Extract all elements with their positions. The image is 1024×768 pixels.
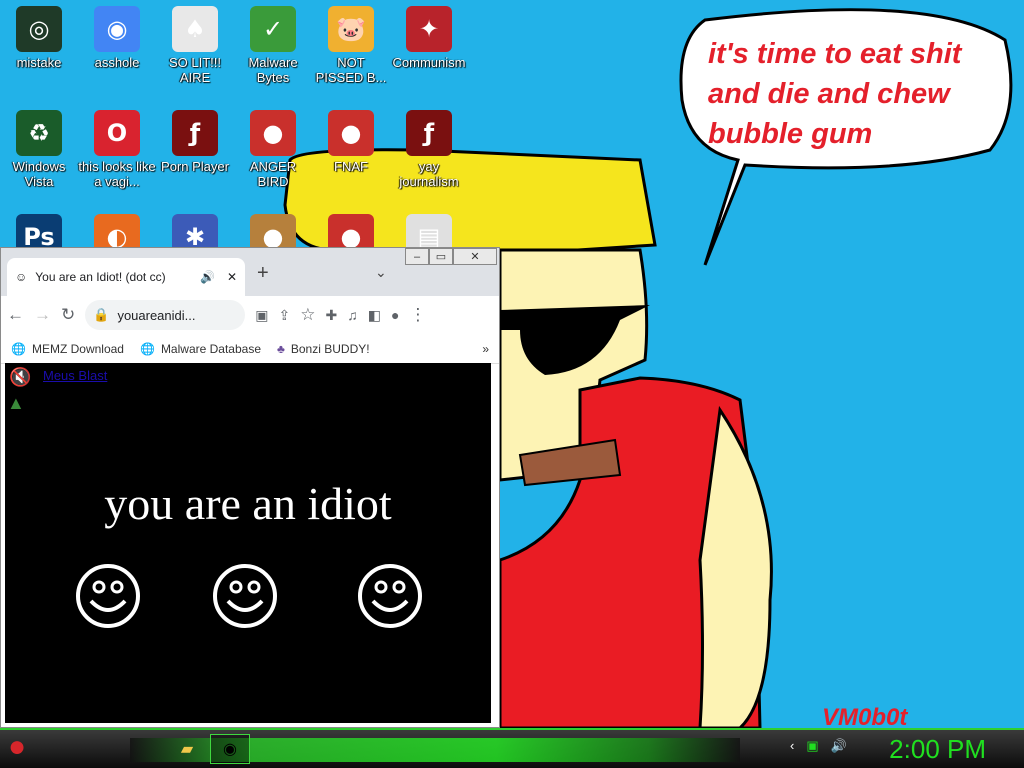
desktop-icon[interactable]: Othis looks like a vagi... — [78, 110, 156, 189]
desktop-app-icon: ƒ — [172, 110, 218, 156]
desktop-app-icon: ◎ — [16, 6, 62, 52]
taskbar: ● ▰ ◉ ‹ ▣ 🔊 2:00 PM — [0, 728, 1024, 768]
menu-kebab-icon[interactable]: ⋮ — [409, 305, 426, 325]
tray-chevron-icon[interactable]: ‹ — [790, 738, 794, 754]
desktop-icon[interactable]: ✓ Malware Bytes — [234, 6, 312, 85]
desktop-app-icon: ● — [250, 110, 296, 156]
bookmark-malware-database[interactable]: 🌐 Malware Database — [140, 342, 261, 356]
desktop-icon[interactable]: ✦ Communism — [390, 6, 468, 70]
media-control-icon[interactable]: ♫ — [347, 307, 358, 323]
page-link[interactable]: Meus Blast — [43, 368, 107, 383]
globe-icon: 🌐 — [139, 341, 155, 356]
desktop-icon-label: Malware Bytes — [248, 55, 298, 85]
desktop-app-icon: ♠ — [172, 6, 218, 52]
desktop-app-icon: ● — [328, 110, 374, 156]
maximize-button[interactable]: ▭ — [429, 248, 453, 265]
side-panel-icon[interactable]: ◧ — [368, 307, 381, 324]
broken-plugin-icon: 🔇 — [9, 367, 32, 387]
bookmark-star-icon[interactable]: ☆ — [300, 305, 315, 325]
address-text: youareanidi... — [117, 307, 196, 323]
desktop-icon-label: yay journalism — [399, 159, 459, 189]
browser-window[interactable]: ☺ You are an Idiot! (dot cc) 🔊 ✕ + ⌄ – ▭… — [0, 247, 500, 728]
desktop-icon[interactable]: 🐷 NOT PISSED B... — [312, 6, 390, 85]
desktop-icon[interactable]: ƒ yay journalism — [390, 110, 468, 189]
desktop-icon-label: NOT PISSED B... — [315, 55, 387, 85]
smiley-face-icon — [358, 564, 422, 628]
desktop-icon[interactable]: ◉ asshole — [78, 6, 156, 70]
tab-search-chevron-icon[interactable]: ⌄ — [375, 264, 387, 281]
tab-active[interactable]: ☺ You are an Idiot! (dot cc) 🔊 ✕ — [7, 258, 245, 296]
desktop-icon-label: mistake — [16, 55, 62, 70]
share-icon[interactable]: ⇪ — [278, 307, 290, 324]
desktop-icon-label: asshole — [94, 55, 140, 70]
lock-icon: 🔒 — [93, 307, 110, 322]
network-icon[interactable]: ▣ — [806, 738, 818, 754]
desktop-app-icon: ƒ — [406, 110, 452, 156]
desktop-icon[interactable]: ● ANGER BIRD — [234, 110, 312, 189]
close-window-button[interactable]: ✕ — [453, 248, 497, 265]
bookmarks-overflow-icon[interactable]: » — [482, 342, 489, 356]
bookmark-memz-download[interactable]: 🌐 MEMZ Download — [11, 342, 124, 356]
desktop-app-icon: ♻ — [16, 110, 62, 156]
chrome-taskbar-icon[interactable]: ◉ — [210, 734, 250, 764]
volume-icon[interactable]: 🔊 — [831, 738, 847, 754]
reload-icon[interactable]: ↻ — [61, 305, 75, 325]
desktop-app-icon: ✦ — [406, 6, 452, 52]
smiley-favicon-icon: ☺ — [15, 270, 28, 284]
window-controls: – ▭ ✕ — [405, 248, 497, 268]
bookmarks-bar: 🌐 MEMZ Download 🌐 Malware Database ♣ Bonzi … — [1, 334, 499, 364]
start-button-angry-bird-icon[interactable]: ● — [8, 730, 26, 764]
smiley-face-icon — [76, 564, 140, 628]
blocked-popup-icon[interactable]: ▣ — [255, 307, 268, 324]
desktop-icon[interactable]: ● FNAF — [312, 110, 390, 174]
desktop-icon-label: Windows Vista — [12, 159, 66, 189]
system-tray: ‹ ▣ 🔊 — [790, 738, 847, 754]
forward-arrow-icon[interactable]: → — [34, 305, 51, 325]
desktop-icon-label: FNAF — [334, 159, 368, 174]
page-heading: you are an idiot — [104, 478, 392, 529]
desktop-app-icon: 🐷 — [328, 6, 374, 52]
page-content: 🔇 ▲ Meus Blast you are an idiot — [5, 363, 491, 723]
desktop-app-icon: ◉ — [94, 6, 140, 52]
minimize-button[interactable]: – — [405, 248, 429, 265]
desktop-icon[interactable]: ◎ mistake — [0, 6, 78, 70]
profile-avatar-icon[interactable]: ● — [391, 307, 399, 323]
bookmark-bonzi-buddy[interactable]: ♣ Bonzi BUDDY! — [277, 342, 370, 356]
tab-title: You are an Idiot! (dot cc) — [35, 270, 166, 284]
desktop-icon[interactable]: ♠ SO LIT!!! AIRE — [156, 6, 234, 85]
desktop-icon[interactable]: ƒ Porn Player — [156, 110, 234, 174]
back-arrow-icon[interactable]: ← — [7, 305, 24, 325]
tab-strip: ☺ You are an Idiot! (dot cc) 🔊 ✕ + ⌄ – ▭… — [1, 248, 499, 296]
broken-image-icon: ▲ — [7, 393, 25, 413]
desktop-app-icon: ✓ — [250, 6, 296, 52]
new-tab-button[interactable]: + — [257, 262, 269, 285]
browser-toolbar: ← → ↻ 🔒 youareanidi... ▣ ⇪ ☆ ✚ ♫ ◧ ● ⋮ — [1, 296, 499, 334]
desktop-icon[interactable]: ♻ Windows Vista — [0, 110, 78, 189]
desktop-icon-label: Porn Player — [161, 159, 229, 174]
desktop-app-icon: O — [94, 110, 140, 156]
audio-playing-icon[interactable]: 🔊 — [200, 270, 215, 284]
extensions-puzzle-icon[interactable]: ✚ — [325, 307, 337, 324]
desktop-icon-label: ANGER BIRD — [249, 159, 297, 189]
taskbar-clock[interactable]: 2:00 PM — [889, 734, 986, 765]
address-bar[interactable]: 🔒 youareanidi... — [85, 300, 246, 330]
desktop-icon-label: this looks like a vagi... — [78, 159, 156, 189]
tab-close-icon[interactable]: ✕ — [227, 270, 237, 284]
globe-icon: 🌐 — [11, 341, 26, 356]
smiley-face-icon — [213, 564, 277, 628]
desktop-icon-label: SO LIT!!! AIRE — [168, 55, 221, 85]
file-explorer-icon[interactable]: ▰ — [172, 734, 202, 764]
bonzi-icon: ♣ — [277, 341, 285, 356]
speech-bubble-text: it's time to eat shit and die and chew b… — [708, 38, 962, 150]
desktop-icon-label: Communism — [392, 55, 466, 70]
